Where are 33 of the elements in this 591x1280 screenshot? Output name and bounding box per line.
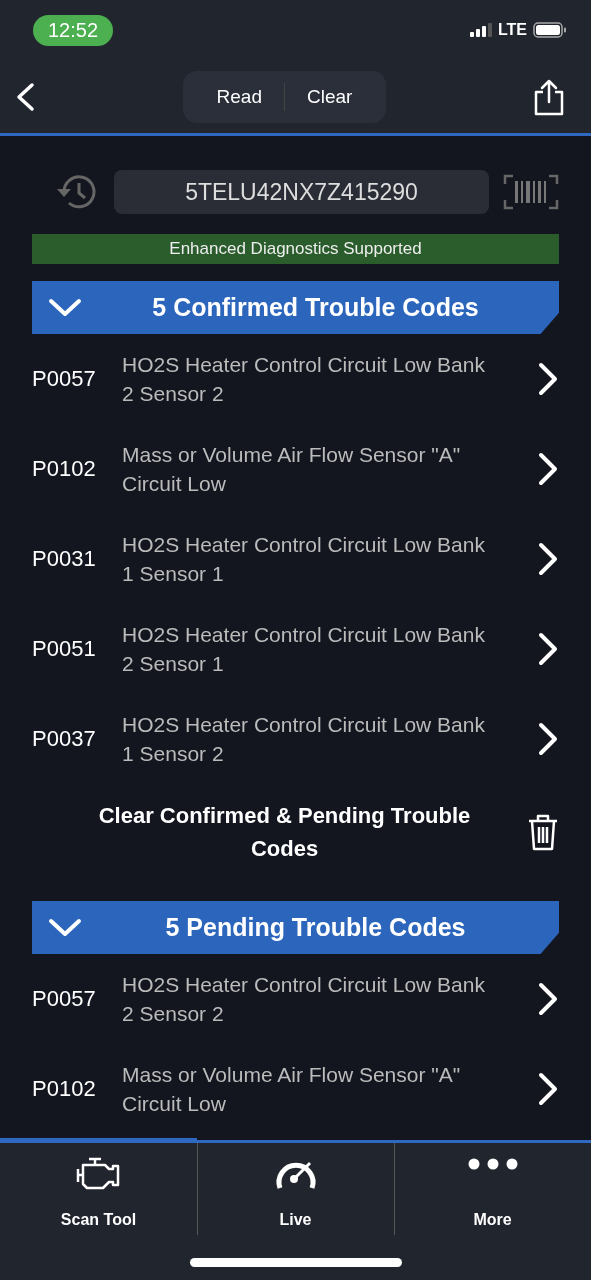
segment-button[interactable]: Clear xyxy=(285,75,375,118)
trouble-code: P0051 xyxy=(32,636,97,662)
trouble-code: P0102 xyxy=(32,1076,97,1102)
code-description: HO2S Heater Control Circuit Low Bank 1 Sensor 1 xyxy=(122,532,486,587)
tab-button[interactable]: Scan Tool xyxy=(0,1138,197,1235)
trouble-code-row[interactable]: P0057 HO2S Heater Control Circuit Low Bank 2 Sensor 2 xyxy=(32,334,559,424)
network-label: LTE xyxy=(497,21,527,39)
trouble-code: P0057 xyxy=(32,986,97,1012)
trouble-code-row[interactable]: P0037 HO2S Heater Control Circuit Low Bank 1 Sensor 2 xyxy=(32,694,559,784)
code-description: Mass or Volume Air Flow Sensor "A" Circuit Low xyxy=(122,442,462,497)
code-description: HO2S Heater Control Circuit Low Bank 2 Sensor 1 xyxy=(122,622,486,677)
code-description: HO2S Heater Control Circuit Low Bank 2 Sensor 2 xyxy=(122,352,486,407)
trouble-code-row[interactable]: P0102 Mass or Volume Air Flow Sensor "A" Circuit Low xyxy=(32,424,559,514)
code-description: HO2S Heater Control Circuit Low Bank 2 Sensor 2 xyxy=(122,972,486,1027)
vin-field[interactable]: 5TELU42NX7Z415290 xyxy=(114,170,489,214)
trouble-code: P0037 xyxy=(32,726,97,752)
trouble-code: P0031 xyxy=(32,546,97,572)
tab-button[interactable]: Live xyxy=(197,1143,394,1235)
trouble-code-row[interactable]: P0051 HO2S Heater Control Circuit Low Bank 2 Sensor 1 xyxy=(32,604,559,694)
tab-button[interactable]: More xyxy=(394,1143,591,1235)
trouble-code-row[interactable]: P0057 HO2S Heater Control Circuit Low Bank 2 Sensor 2 xyxy=(32,954,559,1044)
trouble-code-row[interactable]: P0031 HO2S Heater Control Circuit Low Bank 1 Sensor 1 xyxy=(32,514,559,604)
code-description: Mass or Volume Air Flow Sensor "A" Circuit Low xyxy=(122,1062,462,1117)
clear-codes-button[interactable]: Clear Confirmed & Pending Trouble Codes xyxy=(32,799,527,865)
trouble-code-row[interactable]: P0102 Mass or Volume Air Flow Sensor "A" Circuit Low xyxy=(32,1044,559,1134)
code-description: HO2S Heater Control Circuit Low Bank 1 Sensor 2 xyxy=(122,712,486,767)
status-banner: Enhanced Diagnostics Supported xyxy=(32,234,559,264)
trouble-code: P0102 xyxy=(32,456,97,482)
section-header[interactable]: 5 Confirmed Trouble Codes xyxy=(32,281,559,334)
section-header[interactable]: 5 Pending Trouble Codes xyxy=(32,901,559,954)
status-time: 12:52 xyxy=(33,14,114,46)
trouble-code: P0057 xyxy=(32,366,97,392)
segment-button[interactable]: Read xyxy=(194,75,284,118)
